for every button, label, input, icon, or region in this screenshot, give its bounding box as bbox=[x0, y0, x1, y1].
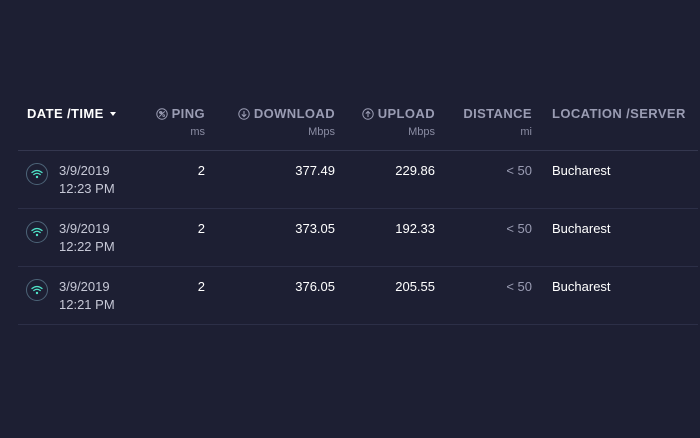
table-header: DATE /TIME PING ms DOWNLOAD Mbps UPLOAD … bbox=[18, 104, 698, 151]
column-header-download[interactable]: DOWNLOAD bbox=[238, 106, 335, 121]
row-upload: 229.86 bbox=[395, 163, 435, 178]
upload-unit: Mbps bbox=[408, 126, 435, 138]
distance-unit: mi bbox=[520, 126, 532, 138]
row-time: 12:21 PM bbox=[59, 297, 115, 312]
table-row[interactable]: 3/9/2019 12:21 PM 2 376.05 205.55 < 50 B… bbox=[18, 267, 698, 325]
wifi-icon bbox=[26, 279, 48, 301]
row-upload: 192.33 bbox=[395, 221, 435, 236]
results-table: DATE /TIME PING ms DOWNLOAD Mbps UPLOAD … bbox=[18, 104, 698, 325]
upload-arrow-icon bbox=[362, 107, 374, 120]
download-unit: Mbps bbox=[308, 126, 335, 138]
column-header-upload[interactable]: UPLOAD bbox=[362, 106, 435, 121]
download-arrow-icon bbox=[238, 107, 250, 120]
column-header-distance[interactable]: DISTANCE bbox=[463, 106, 532, 121]
row-date: 3/9/2019 bbox=[59, 279, 110, 294]
row-date: 3/9/2019 bbox=[59, 163, 110, 178]
row-download: 373.05 bbox=[295, 221, 335, 236]
row-location: Bucharest bbox=[552, 163, 611, 178]
row-distance: < 50 bbox=[506, 279, 532, 294]
row-location: Bucharest bbox=[552, 221, 611, 236]
row-download: 376.05 bbox=[295, 279, 335, 294]
ping-unit: ms bbox=[190, 126, 205, 138]
row-upload: 205.55 bbox=[395, 279, 435, 294]
row-distance: < 50 bbox=[506, 221, 532, 236]
row-date: 3/9/2019 bbox=[59, 221, 110, 236]
ping-icon bbox=[155, 107, 168, 120]
row-download: 377.49 bbox=[295, 163, 335, 178]
row-time: 12:22 PM bbox=[59, 239, 115, 254]
column-header-date-time[interactable]: DATE /TIME bbox=[27, 106, 116, 121]
row-distance: < 50 bbox=[506, 163, 532, 178]
wifi-icon bbox=[26, 221, 48, 243]
table-row[interactable]: 3/9/2019 12:23 PM 2 377.49 229.86 < 50 B… bbox=[18, 151, 698, 209]
wifi-icon bbox=[26, 163, 48, 185]
row-ping: 2 bbox=[197, 221, 205, 236]
row-time: 12:23 PM bbox=[59, 181, 115, 196]
sort-descending-icon bbox=[109, 111, 116, 116]
table-row[interactable]: 3/9/2019 12:22 PM 2 373.05 192.33 < 50 B… bbox=[18, 209, 698, 267]
row-location: Bucharest bbox=[552, 279, 611, 294]
column-header-ping[interactable]: PING bbox=[155, 106, 205, 121]
row-ping: 2 bbox=[197, 163, 205, 178]
column-header-location-server[interactable]: LOCATION /SERVER bbox=[552, 106, 686, 121]
row-ping: 2 bbox=[197, 279, 205, 294]
results-page: DATE /TIME PING ms DOWNLOAD Mbps UPLOAD … bbox=[0, 0, 700, 438]
